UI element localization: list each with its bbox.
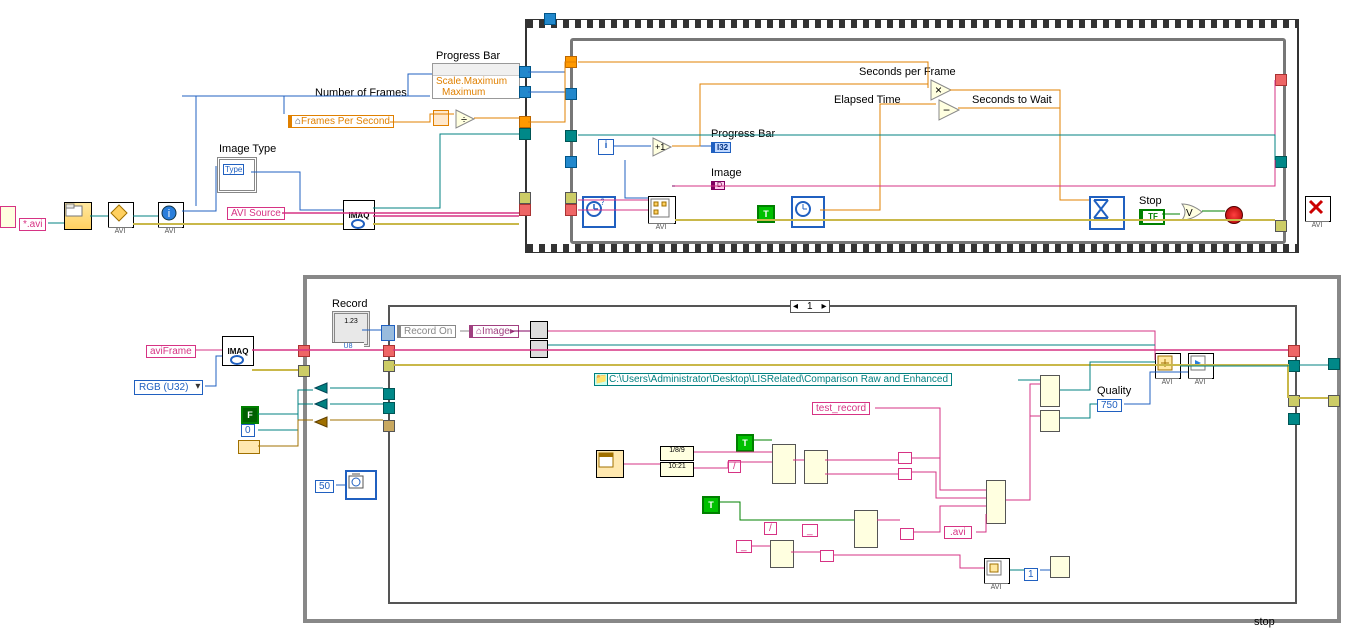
wires-bottom xyxy=(0,0,1345,639)
